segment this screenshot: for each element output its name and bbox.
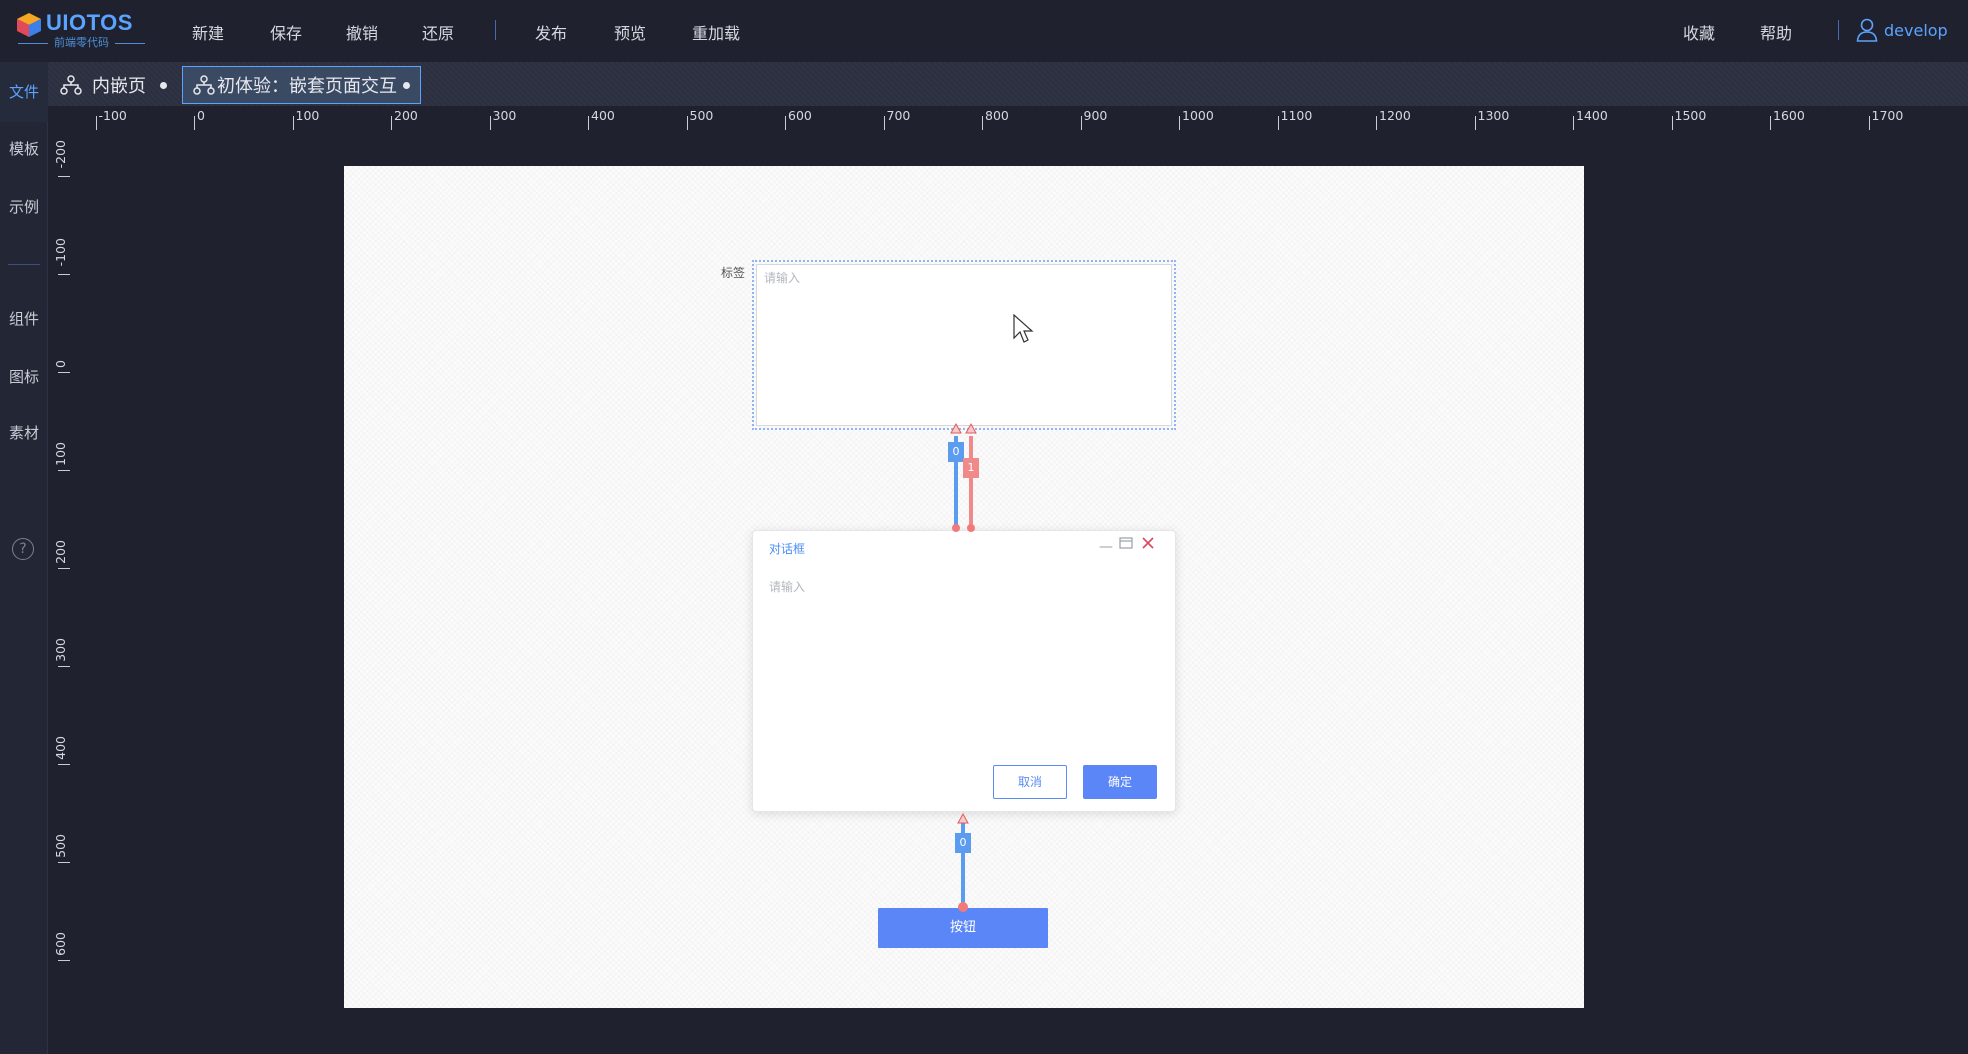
sidebar-item-templates[interactable]: 模板: [0, 138, 48, 159]
ruler-tick-label: 900: [1083, 108, 1108, 123]
dialog-title: 对话框: [769, 542, 806, 556]
sidebar-item-components[interactable]: 组件: [0, 308, 48, 329]
minimize-icon[interactable]: —: [1099, 539, 1113, 555]
ruler-tick-label: 200: [394, 108, 418, 123]
menu-divider: [495, 20, 496, 40]
ruler-tick-label: -200: [53, 140, 68, 169]
dialog-input-placeholder: 请输入: [769, 580, 806, 594]
ruler-tick-label: 1700: [1871, 108, 1904, 123]
menu-save[interactable]: 保存: [270, 20, 302, 44]
link-badge-1[interactable]: 1: [963, 458, 979, 478]
hierarchy-icon: [60, 75, 82, 95]
ruler-tick-label: 300: [53, 638, 68, 662]
maximize-icon[interactable]: [1119, 537, 1133, 553]
link-badge-2[interactable]: 0: [955, 833, 971, 853]
tab-embedded-page[interactable]: 内嵌页: [50, 66, 177, 104]
ruler-tick-label: 1600: [1773, 108, 1805, 123]
ruler-tick-label: 1400: [1576, 108, 1608, 123]
ruler-tick-label: 1000: [1182, 108, 1214, 123]
ruler-tick-label: 400: [53, 736, 68, 760]
ruler-tick-label: 0: [53, 360, 68, 368]
logo: UIOTOS 前端零代码: [16, 8, 146, 54]
ruler-tick-label: 1500: [1674, 108, 1707, 123]
menu-preview[interactable]: 预览: [614, 20, 646, 44]
sidebar-item-files[interactable]: 文件: [0, 62, 48, 122]
user-name: develop: [1884, 20, 1948, 40]
cube-logo-icon: [17, 13, 41, 37]
ruler-tick-label: 0: [197, 108, 205, 123]
ruler-tick-label: 600: [788, 108, 812, 123]
ruler-tick-label: 1100: [1280, 108, 1313, 123]
help-icon[interactable]: ?: [12, 538, 34, 560]
menu-divider-right: [1838, 20, 1839, 40]
ruler-tick-label: 200: [53, 540, 68, 564]
menu-reload[interactable]: 重加载: [692, 20, 740, 44]
unsaved-dot-icon: [160, 81, 167, 89]
menu-favorites[interactable]: 收藏: [1683, 20, 1715, 44]
design-canvas[interactable]: 标签 请输入 对话框 — 请输入 取消 确定 按钮 0 1 0: [344, 166, 1584, 1008]
unsaved-dot-icon: [403, 81, 410, 89]
user-icon: [1856, 18, 1878, 42]
ruler-tick-label: 100: [295, 108, 320, 123]
tab-label: 初体验：嵌套页面交互: [217, 76, 397, 97]
ruler-tick-label: -100: [98, 108, 127, 123]
tab-label: 内嵌页: [92, 76, 146, 97]
ruler-tick-label: 300: [492, 108, 517, 123]
ruler-tick-label: 1200: [1379, 108, 1411, 123]
ruler-vertical[interactable]: -200 -100 0 100 200 300 400 500 600: [48, 130, 72, 1054]
menu-help[interactable]: 帮助: [1760, 20, 1792, 44]
primary-button[interactable]: 按钮: [878, 908, 1048, 948]
user-menu[interactable]: develop: [1856, 18, 1948, 42]
ruler-tick-label: 800: [985, 108, 1009, 123]
ruler-tick-label: -100: [53, 238, 68, 267]
top-bar: UIOTOS 前端零代码 新建 保存 撤销 还原 发布 预览 重加载 收藏 帮助…: [0, 0, 1968, 62]
link-badge-0[interactable]: 0: [948, 442, 964, 462]
sidebar-item-assets[interactable]: 素材: [0, 422, 48, 443]
logo-text: UIOTOS: [46, 10, 133, 35]
hierarchy-icon: [193, 75, 215, 95]
ruler-tick-label: 600: [53, 932, 68, 956]
sidebar-divider: [8, 264, 40, 265]
close-icon[interactable]: [1141, 536, 1155, 554]
confirm-button[interactable]: 确定: [1083, 765, 1157, 799]
ruler-tick-label: 100: [53, 442, 68, 466]
link-arrow-blue-2: [957, 812, 969, 824]
textarea-placeholder: 请输入: [764, 271, 801, 285]
ruler-tick-label: 700: [886, 108, 911, 123]
ruler-tick-label: 1300: [1477, 108, 1510, 123]
ruler-horizontal[interactable]: -100 0 100 200 300 400 500 600 700 800 900 1000 1100…: [48, 106, 1968, 130]
menu-new[interactable]: 新建: [192, 20, 224, 44]
tab-nested-interaction[interactable]: 初体验：嵌套页面交互: [182, 66, 421, 104]
tab-bar: 内嵌页 初体验：嵌套页面交互: [48, 62, 1968, 106]
sidebar-item-examples[interactable]: 示例: [0, 196, 48, 217]
left-sidebar: 文件 模板 示例 组件 图标 素材 ?: [0, 62, 48, 1054]
cancel-button[interactable]: 取消: [993, 765, 1067, 799]
mouse-cursor-icon: [1013, 314, 1034, 343]
logo-subtitle: 前端零代码: [54, 34, 151, 50]
ruler-tick-label: 500: [689, 108, 714, 123]
field-label: 标签: [721, 266, 746, 280]
menu-undo[interactable]: 撤销: [346, 20, 378, 44]
menu-publish[interactable]: 发布: [535, 20, 567, 44]
ruler-tick-label: 400: [591, 108, 615, 123]
textarea-widget[interactable]: 请输入: [756, 264, 1172, 426]
sidebar-item-icons[interactable]: 图标: [0, 366, 48, 387]
ruler-tick-label: 500: [53, 834, 68, 858]
dialog-widget[interactable]: 对话框 — 请输入 取消 确定: [752, 530, 1176, 812]
menu-redo[interactable]: 还原: [422, 20, 454, 44]
